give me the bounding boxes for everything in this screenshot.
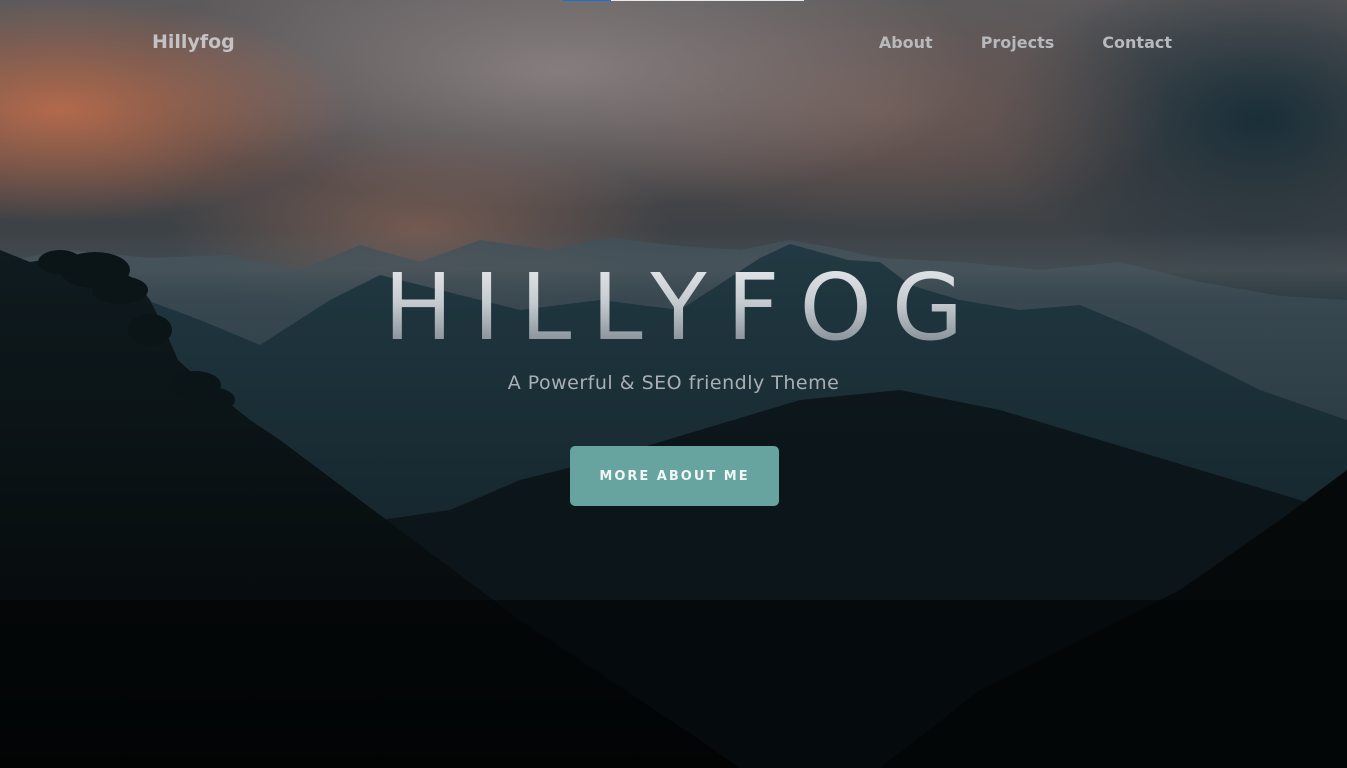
- scroll-progress-fill: [563, 0, 612, 1]
- site-logo-link[interactable]: Hillyfog: [152, 31, 235, 53]
- nav-link-contact[interactable]: Contact: [1102, 33, 1172, 52]
- hero-title: HILLYFOG: [0, 258, 1347, 358]
- scroll-progress-bar: [563, 0, 804, 1]
- bottom-shade: [0, 600, 1347, 768]
- nav-link-about[interactable]: About: [879, 33, 933, 52]
- hero-subtitle: A Powerful & SEO friendly Theme: [507, 372, 840, 394]
- nav-link-projects[interactable]: Projects: [981, 33, 1055, 52]
- main-nav: About Projects Contact: [879, 33, 1172, 52]
- hero-section: Hillyfog About Projects Contact HILLYFOG…: [0, 0, 1347, 768]
- more-about-me-button[interactable]: MORE ABOUT ME: [570, 446, 779, 506]
